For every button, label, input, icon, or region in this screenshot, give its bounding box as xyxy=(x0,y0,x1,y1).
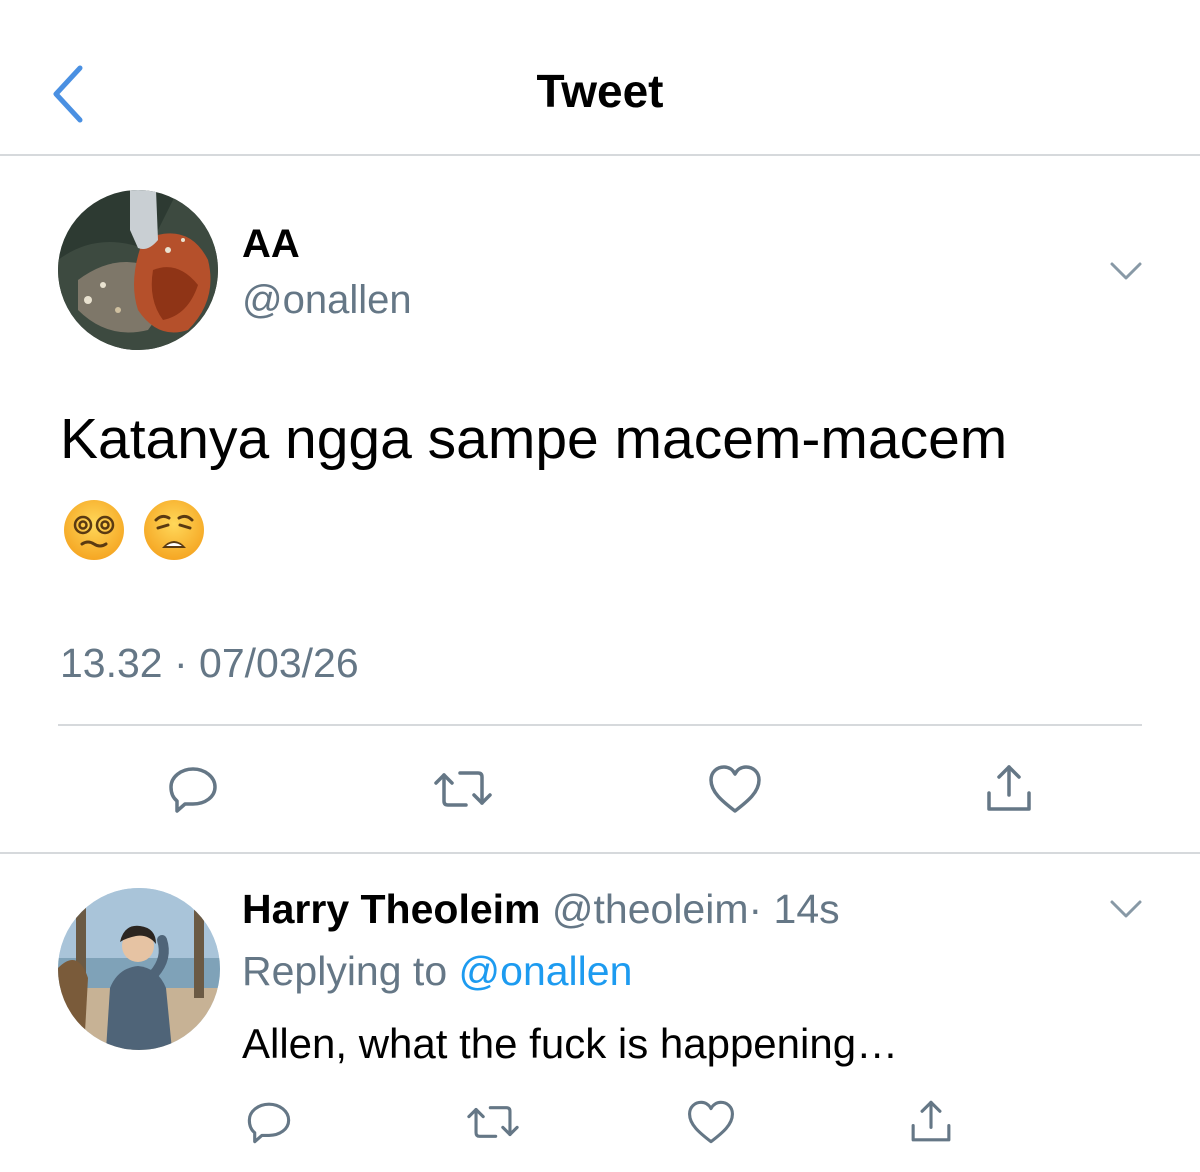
replying-to-label: Replying to xyxy=(242,948,448,994)
face-with-spiral-eyes-icon xyxy=(62,498,126,562)
reply-share-button[interactable] xyxy=(898,1090,964,1154)
reply-options-button[interactable] xyxy=(1106,894,1146,924)
heart-icon xyxy=(688,1100,734,1144)
author-handle[interactable]: @onallen xyxy=(242,278,412,323)
reply-text: Allen, what the fuck is happening… xyxy=(242,1020,899,1067)
tweet-options-button[interactable] xyxy=(1106,256,1146,286)
heart-icon xyxy=(709,765,761,813)
retweet-icon xyxy=(434,771,492,807)
like-button[interactable] xyxy=(702,756,768,822)
tweet-text: Katanya ngga sampe macem-macem xyxy=(60,407,1008,471)
reply-retweet-button[interactable] xyxy=(460,1090,526,1154)
reply-icon xyxy=(169,767,217,813)
reply-button[interactable] xyxy=(160,756,226,822)
share-icon xyxy=(911,1100,951,1142)
weary-face-icon xyxy=(142,498,206,562)
reply-icon xyxy=(247,1102,291,1144)
retweet-icon xyxy=(467,1106,519,1138)
reply-like-button[interactable] xyxy=(678,1090,744,1154)
reply-time: · 14s xyxy=(748,886,840,932)
reply-header: Harry Theoleim @theoleim· 14s xyxy=(242,886,840,933)
replying-to: Replying to @onallen xyxy=(242,948,632,995)
reply-author-name[interactable]: Harry Theoleim xyxy=(242,886,541,932)
tweet-timestamp[interactable]: 13.32 · 07/03/26 xyxy=(60,640,359,687)
chevron-down-icon xyxy=(1110,262,1142,280)
replying-to-handle[interactable]: @onallen xyxy=(459,948,633,994)
author-name[interactable]: AA xyxy=(242,222,300,267)
page-title: Tweet xyxy=(536,65,664,117)
retweet-button[interactable] xyxy=(430,756,496,822)
share-button[interactable] xyxy=(976,756,1042,822)
divider xyxy=(58,724,1142,726)
share-icon xyxy=(987,765,1031,811)
reply-author-handle[interactable]: @theoleim xyxy=(552,886,749,932)
section-divider xyxy=(0,852,1200,854)
reply-reply-button[interactable] xyxy=(236,1090,302,1154)
chevron-down-icon xyxy=(1110,900,1142,918)
avatar[interactable] xyxy=(58,190,218,350)
reply-avatar[interactable] xyxy=(58,888,220,1050)
